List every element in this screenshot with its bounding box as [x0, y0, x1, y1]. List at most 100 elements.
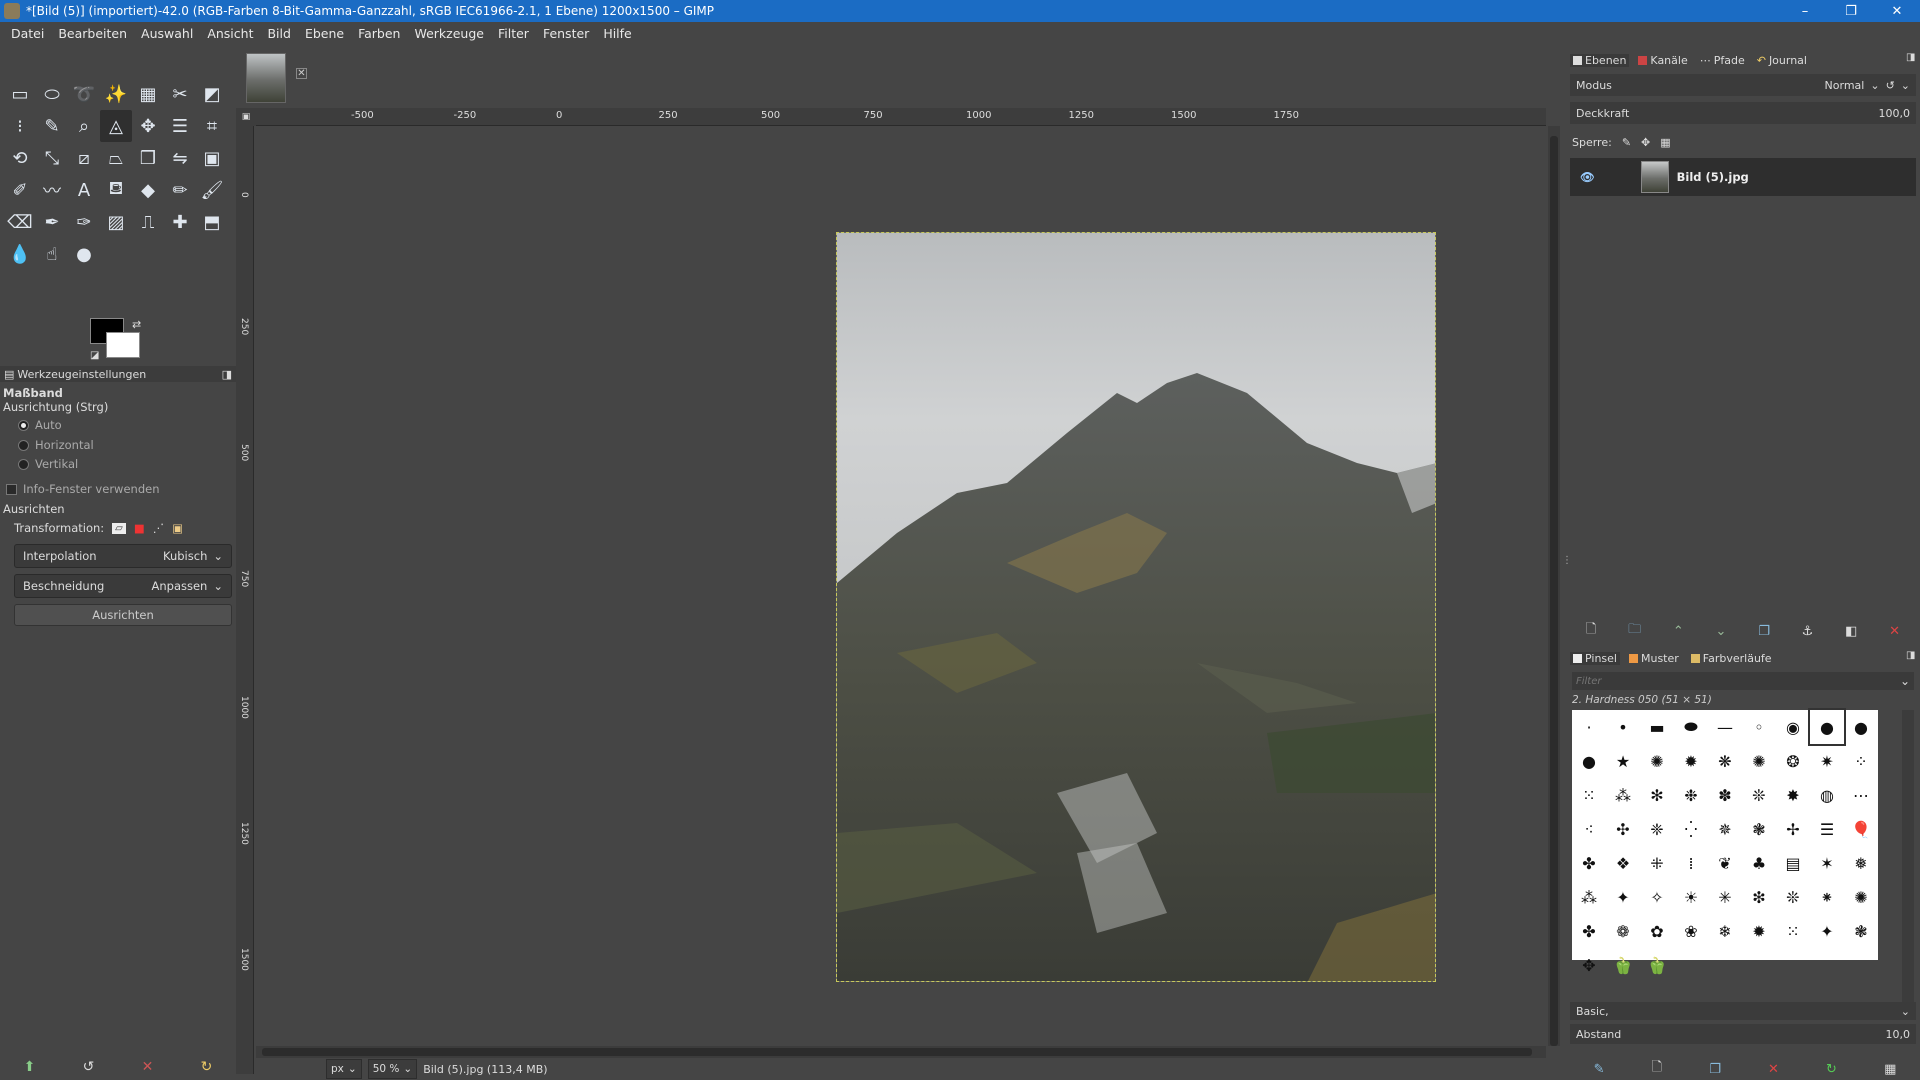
flip-icon[interactable]: ⇋ [164, 142, 196, 174]
brush-preview[interactable]: ✷ [1810, 744, 1844, 778]
new-layer-icon[interactable]: 🗋 [1586, 620, 1596, 642]
bucket-fill-icon[interactable]: ⛾ [100, 174, 132, 206]
menu-ansicht[interactable]: Ansicht [200, 22, 260, 46]
restore-preset-icon[interactable]: ↺ [83, 1059, 95, 1075]
image-canvas[interactable] [836, 232, 1436, 982]
close-button[interactable]: ✕ [1874, 0, 1920, 22]
brush-preview[interactable]: ❦ [1708, 846, 1742, 880]
anchor-layer-icon[interactable]: ⚓ [1802, 624, 1814, 639]
spacing-row[interactable]: Abstand 10,0 [1570, 1024, 1916, 1044]
brush-preview[interactable]: ▤ [1776, 846, 1810, 880]
mode-select[interactable]: Normal ⌄ ↺ ⌄ [1825, 79, 1910, 92]
info-window-checkbox[interactable] [6, 483, 17, 495]
crop-icon[interactable]: ⌗ [196, 110, 228, 142]
new-layer-group-icon[interactable]: 🗀 [1628, 620, 1641, 642]
airbrush-icon[interactable]: ✒ [36, 206, 68, 238]
refresh-brushes-icon[interactable]: ↻ [1826, 1062, 1837, 1077]
perspective-icon[interactable]: ⏢ [100, 142, 132, 174]
edit-brush-icon[interactable]: ✎ [1594, 1062, 1605, 1077]
perspective-clone-icon[interactable]: ⬒ [196, 206, 228, 238]
brush-preview[interactable]: ❃ [1742, 812, 1776, 846]
paintbrush-icon[interactable]: 🖌 [196, 174, 228, 206]
brush-preview[interactable]: ✳ [1708, 880, 1742, 914]
radio-horizontal-dot[interactable] [18, 439, 29, 451]
brush-preview[interactable]: ❈ [1640, 812, 1674, 846]
duplicate-layer-icon[interactable]: ❐ [1758, 624, 1770, 639]
brush-preview[interactable]: ⁖ [1572, 812, 1606, 846]
brush-preview[interactable]: ✽ [1708, 778, 1742, 812]
fuzzy-select-icon[interactable]: ✨ [100, 78, 132, 110]
brush-preview[interactable]: ❇ [1742, 880, 1776, 914]
color-select-icon[interactable]: ▦ [132, 78, 164, 110]
3d-transform-icon[interactable]: ❒ [132, 142, 164, 174]
mode-reset-icon[interactable]: ↺ [1886, 79, 1895, 92]
brush-preview[interactable]: ✦ [1810, 914, 1844, 948]
default-colors-icon[interactable]: ◪ [90, 350, 99, 361]
brush-preview[interactable]: ▬ [1640, 710, 1674, 744]
align-distribute-icon[interactable]: ☰ [164, 110, 196, 142]
brush-preview[interactable]: ✹ [1674, 744, 1708, 778]
brush-preview[interactable]: • [1606, 710, 1640, 744]
menu-farben[interactable]: Farben [351, 22, 407, 46]
text-icon[interactable]: A [68, 174, 100, 206]
measure-icon[interactable]: ◬ [100, 110, 132, 142]
brush-preview[interactable]: ✺ [1742, 744, 1776, 778]
brush-preview[interactable]: ✻ [1640, 778, 1674, 812]
delete-layer-icon[interactable]: ✕ [1889, 624, 1900, 639]
brush-preview[interactable]: · [1572, 710, 1606, 744]
brush-preview[interactable]: ◍ [1810, 778, 1844, 812]
dock-menu-icon[interactable]: ◨ [1906, 52, 1915, 63]
eraser-icon[interactable]: ⌫ [4, 206, 36, 238]
brush-preview[interactable]: ❊ [1776, 880, 1810, 914]
reset-icon[interactable]: ↻ [201, 1059, 213, 1075]
info-window-option[interactable]: Info-Fenster verwenden [0, 482, 236, 496]
brush-preview[interactable]: ✿ [1640, 914, 1674, 948]
minimize-button[interactable]: – [1782, 0, 1828, 22]
brush-preview[interactable]: ❅ [1844, 846, 1878, 880]
background-color[interactable] [106, 332, 140, 358]
brush-preview[interactable]: 🫑 [1640, 948, 1674, 982]
image-tab-thumbnail[interactable] [246, 53, 286, 103]
brush-preview[interactable]: ⁞ [1674, 846, 1708, 880]
rect-select-icon[interactable]: ▭ [4, 78, 36, 110]
scale-icon[interactable]: ⤡ [36, 142, 68, 174]
tab-journal[interactable]: ↶ Journal [1754, 54, 1810, 67]
brush-preview[interactable]: ♣ [1742, 846, 1776, 880]
menu-bild[interactable]: Bild [260, 22, 297, 46]
zoom-icon[interactable]: ⌕ [68, 110, 100, 142]
brush-preview[interactable]: ❀ [1674, 914, 1708, 948]
tab-kanaele[interactable]: Kanäle [1635, 54, 1690, 67]
radio-auto[interactable]: Auto [0, 418, 236, 432]
heal-icon[interactable]: ✚ [164, 206, 196, 238]
tab-ebenen[interactable]: Ebenen [1570, 53, 1630, 67]
clipping-select[interactable]: Beschneidung Anpassen ⌄ [14, 574, 232, 598]
brush-preview[interactable]: ❖ [1606, 846, 1640, 880]
brush-preview[interactable]: ✺ [1640, 744, 1674, 778]
tab-pinsel[interactable]: Pinsel [1570, 651, 1620, 665]
radio-vertical[interactable]: Vertikal [0, 457, 236, 471]
chevron-down-icon[interactable]: ⌄ [1900, 674, 1910, 688]
brush-preview[interactable]: ⁂ [1606, 778, 1640, 812]
vertical-ruler[interactable]: 0 250 500 750 1000 1250 1500 [236, 126, 254, 1074]
duplicate-brush-icon[interactable]: ❐ [1709, 1062, 1721, 1077]
opacity-value[interactable]: 100,0 [1879, 107, 1911, 120]
brush-preview[interactable]: ⁙ [1776, 914, 1810, 948]
spacing-value[interactable]: 10,0 [1886, 1028, 1911, 1041]
foreground-select-icon[interactable]: ◩ [196, 78, 228, 110]
radio-horizontal[interactable]: Horizontal [0, 438, 236, 452]
tab-muster[interactable]: Muster [1626, 652, 1682, 665]
brush-preview[interactable]: ◉ [1776, 710, 1810, 744]
vertical-scrollbar-thumb[interactable] [1550, 136, 1558, 1046]
vertical-scrollbar[interactable] [1548, 126, 1560, 1046]
radio-vertical-dot[interactable] [18, 458, 29, 470]
maximize-button[interactable]: ❐ [1828, 0, 1874, 22]
menu-ebene[interactable]: Ebene [298, 22, 351, 46]
brush-preview[interactable]: ✧ [1640, 880, 1674, 914]
ruler-corner[interactable]: ▣ [236, 108, 256, 126]
menu-werkzeuge[interactable]: Werkzeuge [407, 22, 491, 46]
brush-preview[interactable]: ⁂ [1572, 880, 1606, 914]
brush-preview[interactable]: ● [1844, 710, 1878, 744]
brush-preview[interactable]: ✦ [1606, 880, 1640, 914]
brush-preview[interactable]: ❊ [1742, 778, 1776, 812]
brush-preview[interactable]: ✹ [1742, 914, 1776, 948]
